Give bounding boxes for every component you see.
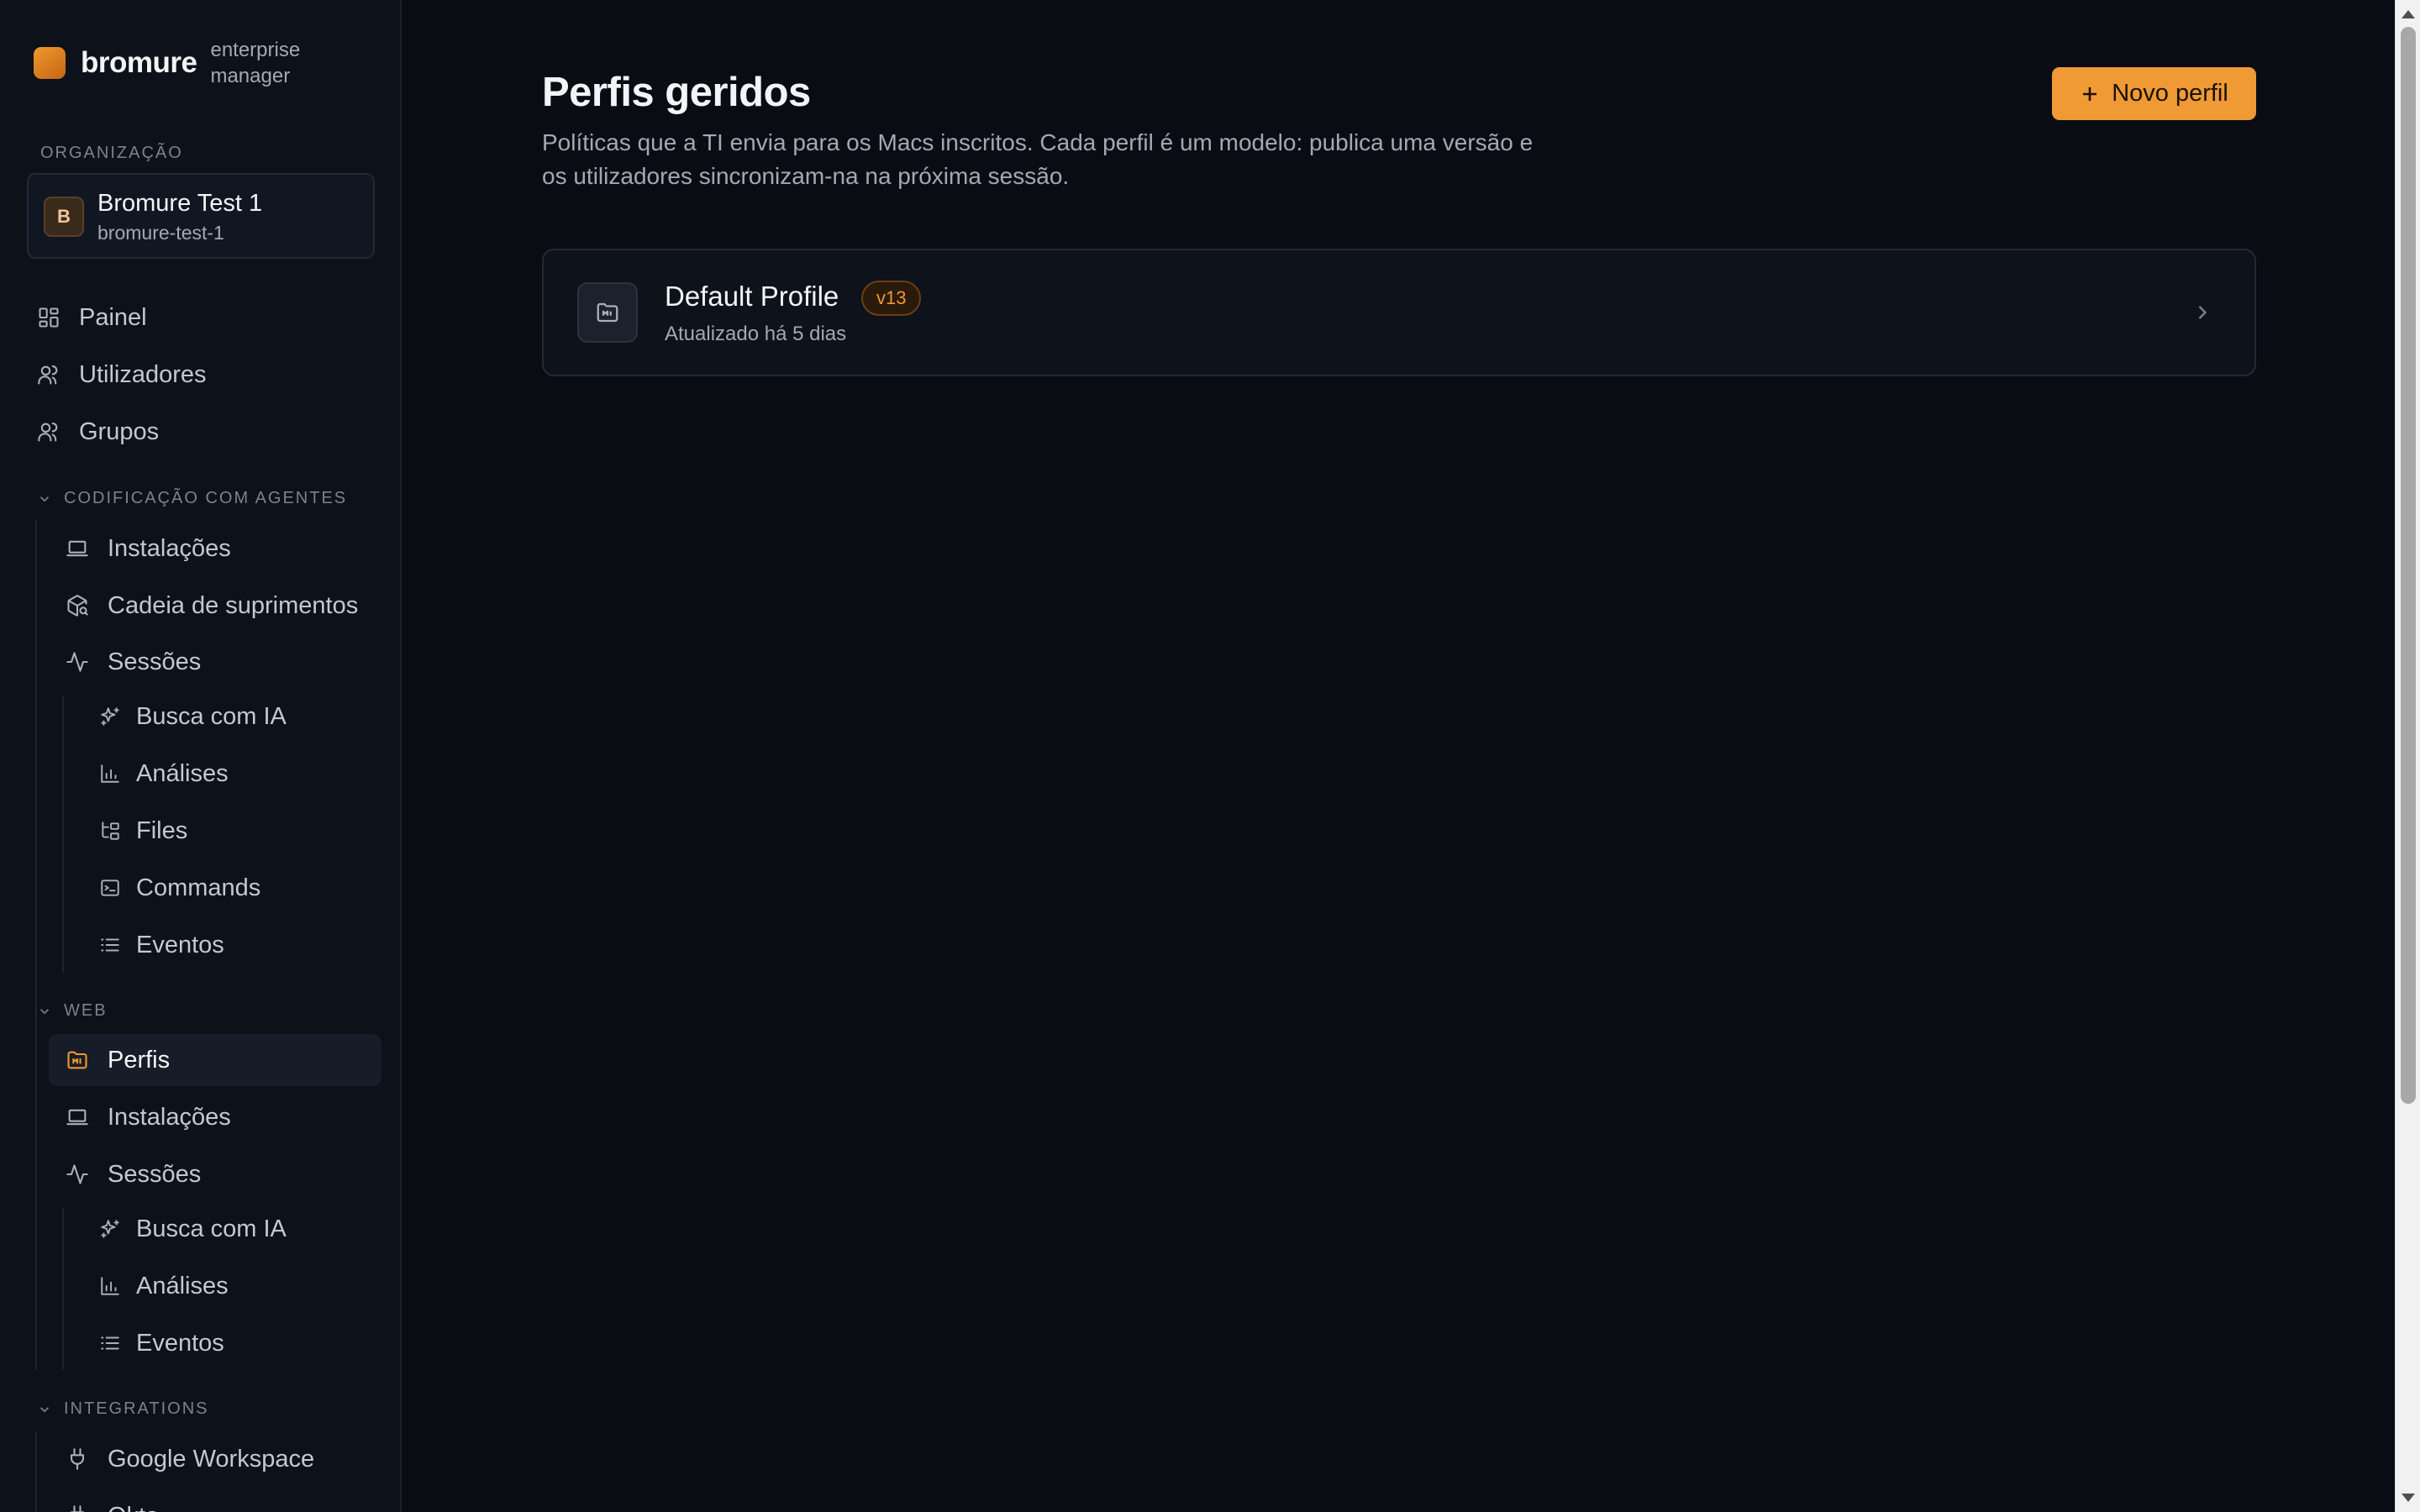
tree-line xyxy=(62,1208,64,1369)
sidebar-item-perfis[interactable]: Perfis xyxy=(49,1034,381,1086)
plug-icon xyxy=(66,1447,89,1471)
organization-section-label: ORGANIZAÇÃO xyxy=(40,144,183,162)
organization-name: Bromure Test 1 xyxy=(97,190,263,217)
laptop-icon xyxy=(66,537,89,560)
sidebar-item-web-analises[interactable]: Análises xyxy=(99,1260,381,1312)
sidebar-item-utilizadores[interactable]: Utilizadores xyxy=(37,349,381,401)
chevron-down-icon xyxy=(39,1406,50,1412)
sidebar-item-label: Painel xyxy=(79,303,147,331)
bar-chart-icon xyxy=(99,763,121,785)
organization-slug: bromure-test-1 xyxy=(97,222,224,244)
sidebar-item-painel[interactable]: Painel xyxy=(37,291,381,344)
laptop-icon xyxy=(66,1105,89,1129)
brand-name: bromure xyxy=(81,46,197,79)
page-title: Perfis geridos xyxy=(542,70,811,115)
sidebar-item-files[interactable]: Files xyxy=(99,805,381,857)
sidebar-item-web-busca-ia[interactable]: Busca com IA xyxy=(99,1203,381,1255)
sparkles-icon xyxy=(99,706,121,727)
new-profile-button[interactable]: Novo perfil xyxy=(2052,67,2256,120)
tree-line xyxy=(35,1431,37,1512)
sidebar-item-label: Instalações xyxy=(108,1103,231,1131)
sidebar-item-sessoes[interactable]: Sessões xyxy=(66,636,381,688)
sidebar-item-label: Cadeia de suprimentos xyxy=(108,591,359,619)
sidebar-item-label: Utilizadores xyxy=(79,360,207,388)
page-description: Políticas que a TI envia para os Macs in… xyxy=(542,129,1534,189)
users-icon xyxy=(37,363,60,386)
terminal-icon xyxy=(99,877,121,899)
sidebar-item-instalacoes[interactable]: Instalações xyxy=(66,522,381,575)
chevron-down-icon xyxy=(39,496,50,501)
sidebar-item-grupos[interactable]: Grupos xyxy=(37,406,381,458)
activity-icon xyxy=(66,1163,89,1186)
group-label: CODIFICAÇÃO COM AGENTES xyxy=(64,489,348,507)
profile-card[interactable]: Default Profile v13 Atualizado há 5 dias xyxy=(542,249,2256,376)
sidebar-item-google-workspace[interactable]: Google Workspace xyxy=(66,1433,381,1485)
sidebar-item-label: Busca com IA xyxy=(136,702,287,730)
sidebar: bromure enterprise manager ORGANIZAÇÃO B… xyxy=(0,0,402,1512)
sidebar-item-eventos[interactable]: Eventos xyxy=(99,919,381,971)
activity-icon xyxy=(66,650,89,674)
profile-folder-icon xyxy=(577,282,638,343)
sidebar-item-label: Busca com IA xyxy=(136,1215,287,1242)
brand-subtitle: enterprise manager xyxy=(210,39,301,87)
group-toggle-integrations[interactable]: INTEGRATIONS xyxy=(37,1399,209,1419)
sidebar-item-web-eventos[interactable]: Eventos xyxy=(99,1317,381,1369)
list-icon xyxy=(99,934,121,956)
sidebar-item-busca-ia[interactable]: Busca com IA xyxy=(99,690,381,743)
organization-switcher[interactable]: B Bromure Test 1 bromure-test-1 xyxy=(27,173,375,259)
group-toggle-agents[interactable]: CODIFICAÇÃO COM AGENTES xyxy=(37,489,347,508)
sidebar-item-label: Eventos xyxy=(136,1329,224,1357)
group-label: WEB xyxy=(64,1001,108,1020)
sidebar-item-label: Análises xyxy=(136,1272,229,1299)
sidebar-item-label: Grupos xyxy=(79,417,160,445)
tree-line xyxy=(62,696,64,973)
folder-tree-icon xyxy=(99,820,121,842)
tree-line xyxy=(35,1033,37,1369)
package-search-icon xyxy=(66,594,89,617)
group-toggle-web[interactable]: WEB xyxy=(37,1001,108,1021)
dashboard-icon xyxy=(37,306,60,329)
profile-updated-time: Atualizado há 5 dias xyxy=(665,323,847,345)
sidebar-item-label: Okta xyxy=(108,1503,159,1512)
page-scrollbar[interactable] xyxy=(2395,0,2420,1512)
bromure-logo-icon xyxy=(34,47,66,79)
sidebar-item-okta[interactable]: Okta xyxy=(66,1490,381,1512)
group-label: INTEGRATIONS xyxy=(64,1399,209,1418)
chevron-down-icon xyxy=(39,1008,50,1014)
sidebar-item-cadeia-suprimentos[interactable]: Cadeia de suprimentos xyxy=(66,580,381,632)
sparkles-icon xyxy=(99,1218,121,1240)
chevron-right-icon xyxy=(2191,301,2214,324)
brand[interactable]: bromure enterprise manager xyxy=(34,37,319,89)
organization-avatar: B xyxy=(44,197,84,237)
bar-chart-icon xyxy=(99,1275,121,1297)
plus-icon xyxy=(2083,87,2097,101)
scroll-thumb[interactable] xyxy=(2401,27,2416,1104)
folder-icon xyxy=(66,1048,89,1072)
sidebar-item-label: Sessões xyxy=(108,1160,202,1188)
profile-name: Default Profile xyxy=(665,281,839,312)
version-badge: v13 xyxy=(861,281,922,316)
sidebar-item-label: Sessões xyxy=(108,648,202,675)
sidebar-item-web-sessoes[interactable]: Sessões xyxy=(66,1148,381,1200)
sidebar-item-label: Google Workspace xyxy=(108,1445,315,1473)
sidebar-item-commands[interactable]: Commands xyxy=(99,862,381,914)
sidebar-item-web-instalacoes[interactable]: Instalações xyxy=(66,1091,381,1143)
sidebar-item-label: Perfis xyxy=(108,1046,171,1074)
scroll-up-arrow-icon[interactable] xyxy=(2402,10,2415,18)
scroll-down-arrow-icon[interactable] xyxy=(2402,1494,2415,1502)
list-icon xyxy=(99,1332,121,1354)
plug-icon xyxy=(66,1504,89,1512)
sidebar-item-label: Instalações xyxy=(108,534,231,562)
new-profile-label: Novo perfil xyxy=(2112,80,2228,107)
sidebar-item-analises[interactable]: Análises xyxy=(99,748,381,800)
group-icon xyxy=(37,420,60,444)
sidebar-item-label: Files xyxy=(136,816,188,844)
sidebar-item-label: Eventos xyxy=(136,931,224,958)
sidebar-item-label: Commands xyxy=(136,874,261,901)
sidebar-item-label: Análises xyxy=(136,759,229,787)
